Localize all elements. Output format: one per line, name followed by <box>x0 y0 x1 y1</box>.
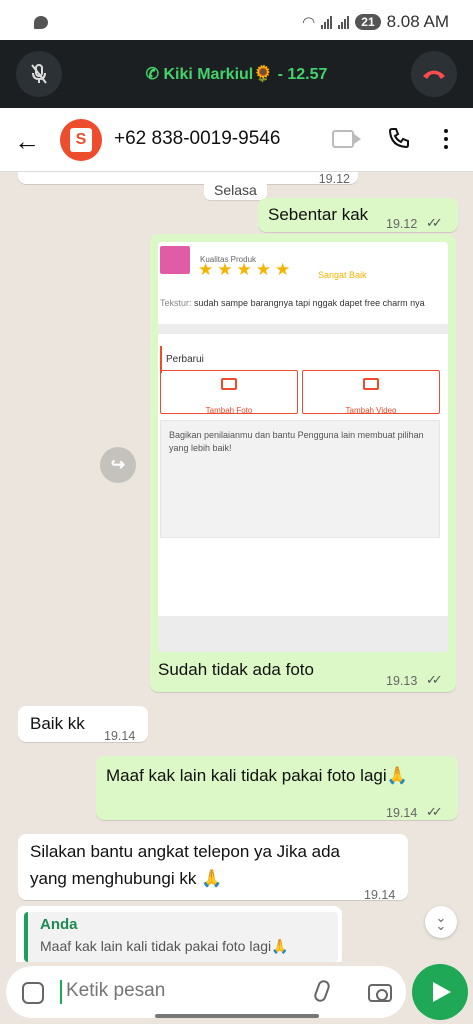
back-arrow-icon[interactable]: ← <box>14 126 40 157</box>
forward-icon[interactable]: ↪ <box>100 447 136 483</box>
call-phone-icon: ✆ <box>145 66 164 83</box>
message-text: Sebentar kak <box>268 205 369 224</box>
message-text: Maaf kak lain kali tidak pakai foto lagi… <box>106 766 408 785</box>
rating-text: Sangat Baik <box>318 270 367 280</box>
message-time: 19.12 <box>318 172 350 186</box>
message-text: Silakan bantu angkat telepon ya Jika ada… <box>30 842 341 888</box>
add-photo-label: Tambah Foto <box>205 406 253 415</box>
texture-text: sudah sampe barangnya tapi nggak dapet f… <box>194 298 425 308</box>
more-options-icon[interactable] <box>444 129 448 153</box>
camera-icon[interactable] <box>368 984 392 1002</box>
quote-author: Anda <box>40 916 78 933</box>
texture-label: Tekstur: <box>160 298 192 308</box>
video-icon <box>363 378 379 390</box>
review-card: Kualitas Produk ★★★★★ Sangat Baik Tekstu… <box>158 242 448 324</box>
image-message-bubble[interactable]: Kualitas Produk ★★★★★ Sangat Baik Tekstu… <box>150 234 456 692</box>
message-time: 19.14 <box>386 806 418 820</box>
read-ticks-icon: ✓✓ <box>426 804 443 819</box>
chat-notification-icon <box>34 16 48 29</box>
update-review-section: Perbarui Tambah Foto Tambah Video Bagika… <box>158 334 448 616</box>
call-label: ✆ Kiki Markiul🌻 - 12.57 <box>0 64 473 84</box>
message-bubble-outgoing[interactable]: Maaf kak lain kali tidak pakai foto lagi… <box>96 756 458 820</box>
add-photo-button: Tambah Foto <box>160 370 298 415</box>
message-input-box[interactable] <box>6 966 406 1018</box>
battery-icon: 21 <box>355 14 381 30</box>
quoted-reply-bubble[interactable]: Anda Maaf kak lain kali tidak pakai foto… <box>16 906 342 962</box>
chat-header: ← S +62 838-0019-9546 <box>0 108 473 172</box>
status-right: ◠ 21 8.08 AM <box>302 12 449 32</box>
message-time: 19.14 <box>364 888 396 902</box>
day-separator: Selasa <box>204 180 267 200</box>
quote-block: Anda Maaf kak lain kali tidak pakai foto… <box>24 912 338 962</box>
gesture-home-bar[interactable] <box>155 1014 319 1018</box>
add-video-button: Tambah Video <box>302 370 440 415</box>
message-time: 19.13 <box>386 674 418 688</box>
signal-icon-2 <box>338 15 350 29</box>
review-textarea: Bagikan penilaianmu dan bantu Pengguna l… <box>160 420 440 538</box>
quote-text: Maaf kak lain kali tidak pakai foto lagi… <box>40 938 289 954</box>
read-ticks-icon: ✓✓ <box>426 672 443 687</box>
attach-paperclip-icon[interactable] <box>312 978 332 1004</box>
video-call-icon[interactable] <box>332 130 361 148</box>
read-ticks-icon: ✓✓ <box>426 215 443 230</box>
end-call-button[interactable] <box>411 51 457 97</box>
chat-area[interactable]: 19.12 Selasa Sebentar kak 19.12 ✓✓ ↪ Kua… <box>0 172 473 962</box>
voice-call-icon[interactable] <box>387 126 411 155</box>
update-label: Perbarui <box>160 346 204 373</box>
add-video-label: Tambah Video <box>345 406 397 415</box>
signal-icon <box>321 15 333 29</box>
avatar[interactable]: S <box>60 119 102 161</box>
scroll-to-bottom-button[interactable]: ⌄ ⌄ <box>425 906 457 938</box>
message-bubble-incoming[interactable]: Silakan bantu angkat telepon ya Jika ada… <box>18 834 408 902</box>
message-time: 19.14 <box>104 729 136 743</box>
call-contact-and-duration: Kiki Markiul🌻 - 12.57 <box>163 66 328 83</box>
clock: 8.08 AM <box>386 12 449 31</box>
send-button[interactable] <box>412 964 468 1020</box>
contact-number[interactable]: +62 838-0019-9546 <box>114 128 280 150</box>
shared-screenshot-image[interactable]: Kualitas Produk ★★★★★ Sangat Baik Tekstu… <box>158 242 448 652</box>
message-text: Baik kk <box>30 714 85 733</box>
status-bar: ◠ 21 8.08 AM <box>0 0 473 40</box>
text-cursor <box>60 980 62 1004</box>
sticker-emoji-icon[interactable] <box>22 982 44 1004</box>
image-caption: Sudah tidak ada foto <box>158 660 314 679</box>
camera-icon <box>221 378 237 390</box>
ongoing-call-banner[interactable]: ✆ Kiki Markiul🌻 - 12.57 <box>0 40 473 108</box>
shopee-logo: S <box>70 128 92 152</box>
rating-stars: ★★★★★ <box>198 260 295 279</box>
message-bubble-incoming[interactable]: Baik kk 19.14 <box>18 706 148 743</box>
texture-review: Tekstur: sudah sampe barangnya tapi ngga… <box>160 296 444 310</box>
hang-up-icon <box>423 70 445 79</box>
wifi-icon: ◠ <box>302 14 316 31</box>
partial-message-bubble[interactable]: 19.12 <box>18 172 358 186</box>
message-bubble-outgoing[interactable]: Sebentar kak 19.12 ✓✓ <box>258 198 458 232</box>
product-thumbnail <box>160 246 190 274</box>
message-input[interactable] <box>66 980 296 1002</box>
